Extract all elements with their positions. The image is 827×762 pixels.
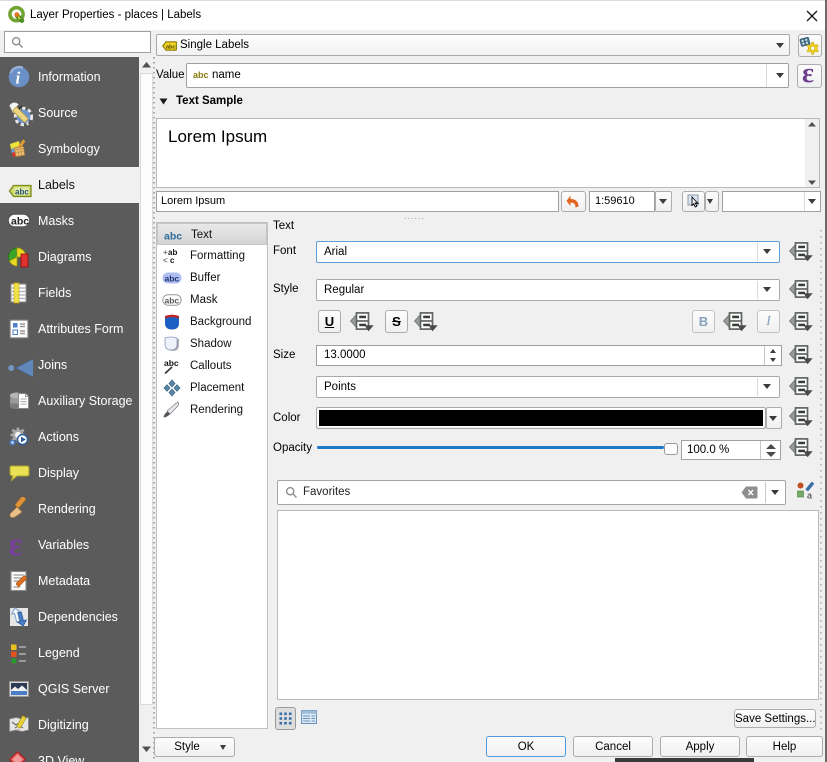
svg-text:a: a: [807, 491, 812, 501]
svg-text:c: c: [170, 256, 175, 265]
svg-text:<: <: [163, 256, 168, 265]
svg-text:ε: ε: [9, 527, 23, 563]
svg-text:i: i: [16, 69, 21, 88]
svg-text:abc: abc: [164, 231, 182, 243]
svg-text:abc: abc: [165, 296, 180, 306]
svg-text:abc: abc: [165, 274, 180, 284]
svg-text:abc: abc: [166, 45, 175, 51]
svg-text:abc: abc: [11, 216, 29, 228]
svg-text:abc: abc: [15, 187, 29, 196]
